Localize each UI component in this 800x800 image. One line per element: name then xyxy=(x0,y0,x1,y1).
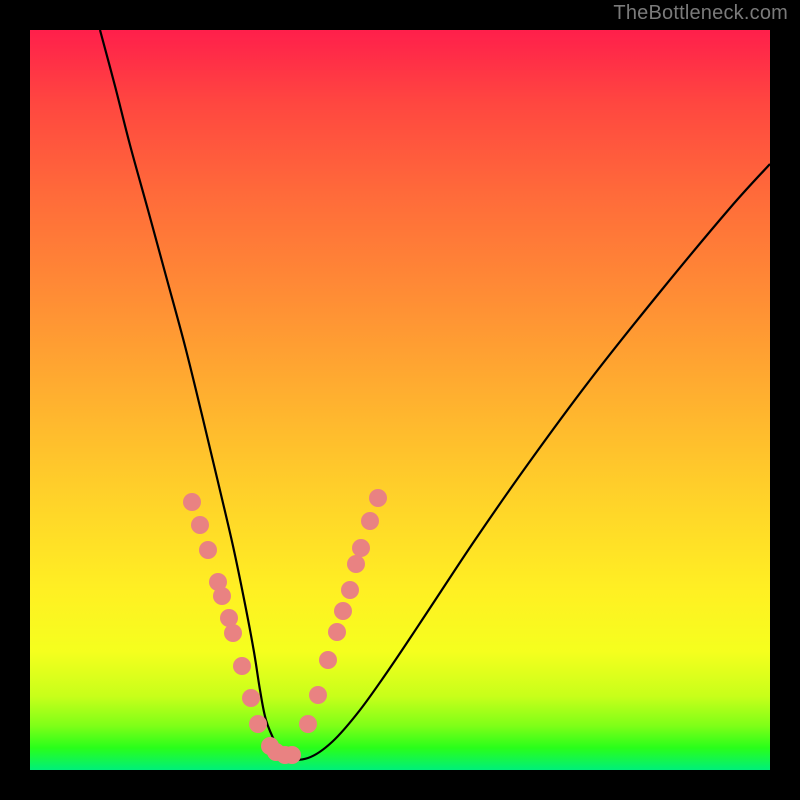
curve-svg xyxy=(30,30,770,770)
curve-marker xyxy=(309,686,327,704)
watermark-text: TheBottleneck.com xyxy=(613,2,788,25)
curve-marker xyxy=(283,746,301,764)
bottleneck-curve xyxy=(100,30,770,760)
curve-marker xyxy=(369,489,387,507)
markers-group xyxy=(183,489,387,764)
curve-marker xyxy=(213,587,231,605)
curve-marker xyxy=(347,555,365,573)
curve-marker xyxy=(199,541,217,559)
curve-marker xyxy=(352,539,370,557)
curve-marker xyxy=(341,581,359,599)
curve-marker xyxy=(361,512,379,530)
curve-marker xyxy=(299,715,317,733)
curve-marker xyxy=(233,657,251,675)
curve-marker xyxy=(242,689,260,707)
curve-marker xyxy=(319,651,337,669)
chart-frame: TheBottleneck.com xyxy=(0,0,800,800)
curve-marker xyxy=(183,493,201,511)
curve-marker xyxy=(328,623,346,641)
plot-area xyxy=(30,30,770,770)
curve-marker xyxy=(224,624,242,642)
curve-marker xyxy=(249,715,267,733)
curve-marker xyxy=(191,516,209,534)
curve-marker xyxy=(334,602,352,620)
